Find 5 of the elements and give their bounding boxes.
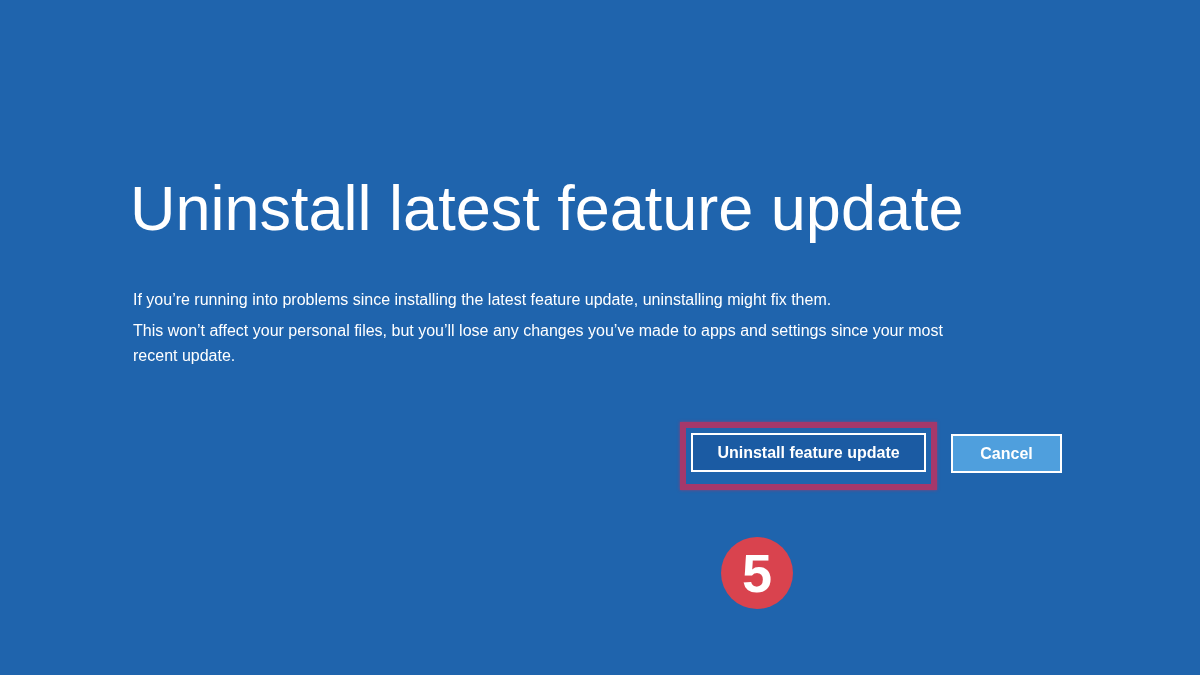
description-text: This won’t affect your personal files, but you’ll lose any changes you’ve made to apps and settings since your most recent update.	[133, 321, 944, 366]
page-title: Uninstall latest feature update	[130, 172, 964, 244]
description-text: If you’re running into problems since installing the latest feature update, uninstalling might fix them.	[133, 290, 833, 310]
step-number-badge: 5	[721, 537, 793, 609]
primary-button[interactable]: Uninstall feature update	[691, 433, 926, 472]
